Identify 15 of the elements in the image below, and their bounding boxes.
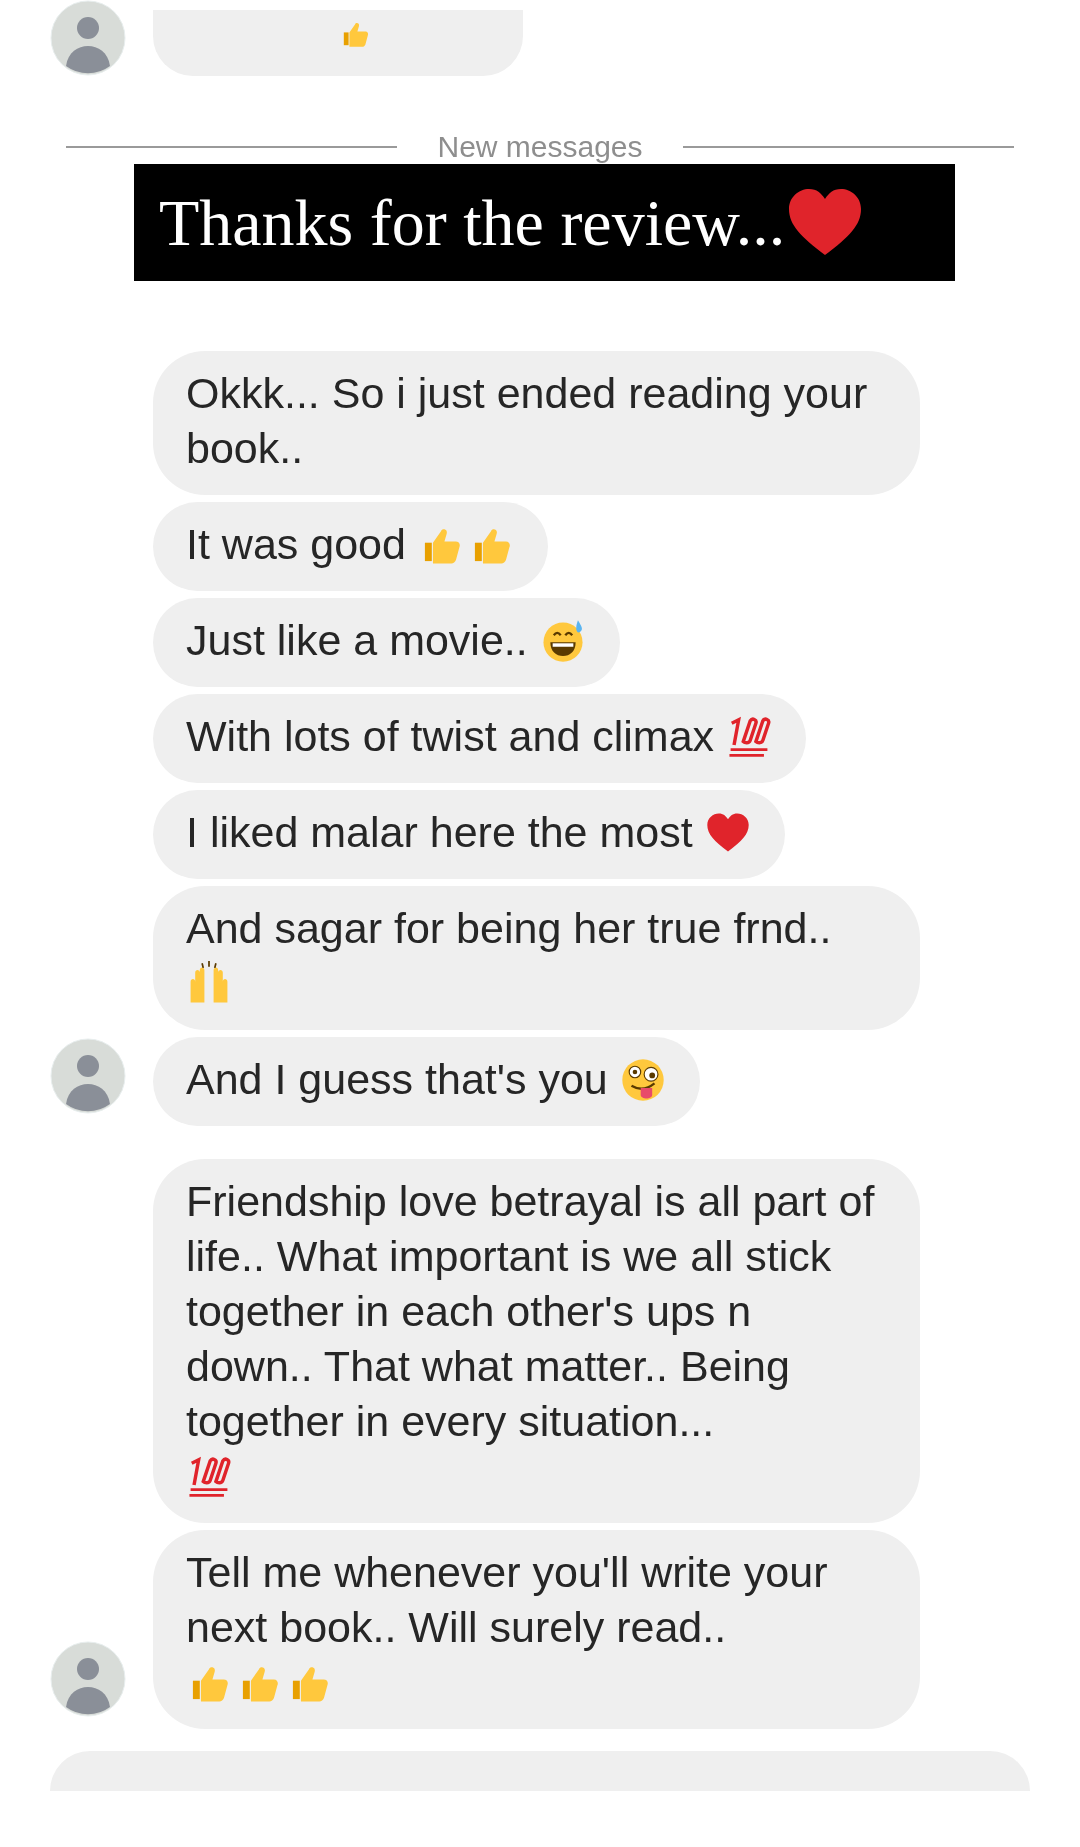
avatar[interactable] — [50, 0, 126, 76]
message-text: Friendship love betrayal is all part of life.. What important is we all stick together in each other's ups n down.. That what matter.. Being together in every situation... — [186, 1176, 876, 1447]
message-text: And I guess that's you — [186, 1054, 608, 1105]
message-text: Tell me whenever you'll write your next book.. Will surely read.. — [186, 1547, 829, 1653]
message-text: Okkk... So i just ended reading your book.. — [186, 368, 869, 474]
divider-label: New messages — [437, 130, 643, 164]
message-text: And sagar for being her true frnd.. — [186, 903, 832, 954]
message-text: With lots of twist and climax — [186, 711, 715, 762]
caption-text: Thanks for the review... — [159, 184, 786, 261]
message-text: I liked malar here the most — [186, 807, 693, 858]
avatar[interactable] — [50, 1038, 126, 1114]
message-text: Just like a movie.. — [186, 615, 528, 666]
message-text: It was good — [186, 519, 406, 570]
winking-face-icon — [619, 1056, 666, 1103]
avatar[interactable] — [50, 1641, 126, 1717]
